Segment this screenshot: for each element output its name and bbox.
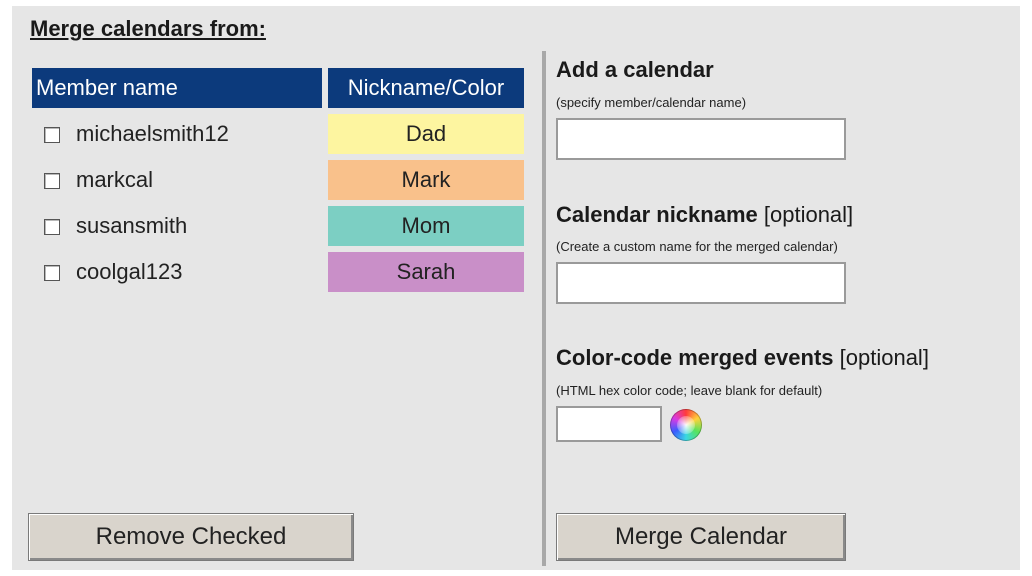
color-wheel-icon[interactable]	[670, 409, 702, 441]
calendar-nickname-hint: (Create a custom name for the merged cal…	[556, 239, 838, 254]
color-code-optional: [optional]	[839, 345, 929, 370]
nickname-cell: Mark	[328, 160, 524, 200]
nickname-cell: Dad	[328, 114, 524, 154]
column-header-nickname: Nickname/Color	[328, 68, 524, 108]
calendar-nickname-label: Calendar nickname [optional]	[556, 202, 853, 228]
table-row: michaelsmith12 Dad	[32, 112, 524, 156]
calendar-nickname-input[interactable]	[556, 262, 846, 304]
table-row: coolgal123 Sarah	[32, 250, 524, 294]
member-name: markcal	[76, 167, 154, 192]
add-calendar-label-text: Add a calendar	[556, 57, 714, 82]
row-checkbox[interactable]	[44, 173, 60, 189]
add-calendar-hint: (specify member/calendar name)	[556, 95, 747, 110]
color-code-label-text: Color-code merged events	[556, 345, 834, 370]
column-divider	[542, 51, 546, 566]
nickname-cell: Sarah	[328, 252, 524, 292]
table-row: susansmith Mom	[32, 204, 524, 248]
color-code-input[interactable]	[556, 406, 662, 442]
add-calendar-label: Add a calendar	[556, 57, 714, 83]
merge-panel: Merge calendars from: Member name Nickna…	[12, 6, 1020, 570]
member-name: coolgal123	[76, 259, 183, 284]
page-heading: Merge calendars from:	[30, 16, 266, 41]
add-calendar-input[interactable]	[556, 118, 846, 160]
calendar-nickname-label-text: Calendar nickname	[556, 202, 758, 227]
member-name: michaelsmith12	[76, 121, 229, 146]
calendar-nickname-optional: [optional]	[763, 202, 854, 227]
color-code-hint: (HTML hex color code; leave blank for de…	[556, 383, 823, 398]
table-row: markcal Mark	[32, 158, 524, 202]
column-header-member: Member name	[32, 68, 322, 108]
merge-calendar-button[interactable]: Merge Calendar	[556, 513, 846, 561]
member-name: susansmith	[76, 213, 188, 238]
row-checkbox[interactable]	[44, 265, 60, 281]
row-checkbox[interactable]	[44, 219, 60, 235]
color-code-label: Color-code merged events [optional]	[556, 345, 929, 371]
row-checkbox[interactable]	[44, 127, 60, 143]
nickname-cell: Mom	[328, 206, 524, 246]
remove-checked-button[interactable]: Remove Checked	[28, 513, 354, 561]
